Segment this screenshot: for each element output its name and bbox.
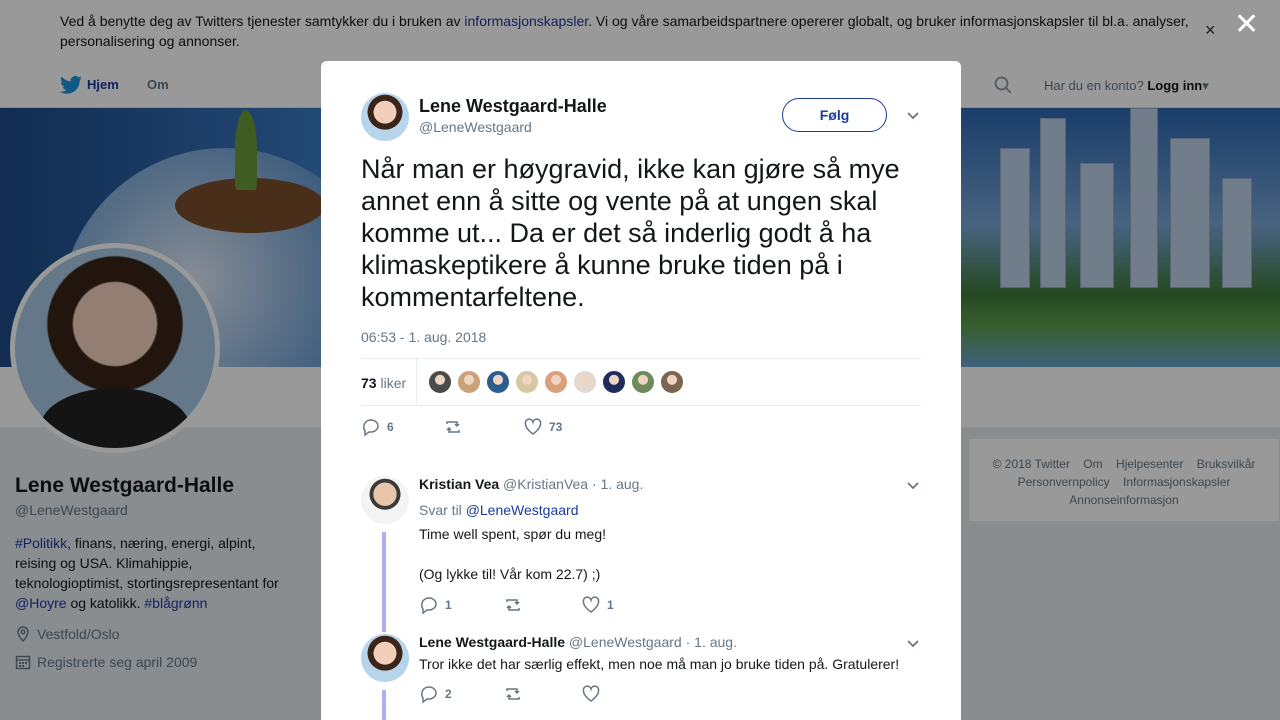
heart-icon <box>524 418 542 435</box>
reply-tweet[interactable]: Lene Westgaard-Halle @LeneWestgaard · 1.… <box>361 634 926 720</box>
reply-author-name[interactable]: Kristian Vea <box>419 476 499 492</box>
reply-action[interactable]: 6 <box>361 417 443 437</box>
reply-actions: 1 1 <box>419 595 614 615</box>
reply-author-name[interactable]: Lene Westgaard-Halle <box>419 634 565 650</box>
reply-author-handle[interactable]: @LeneWestgaard <box>569 634 682 650</box>
like-action[interactable] <box>581 684 607 704</box>
author-handle[interactable]: @LeneWestgaard <box>419 119 532 135</box>
stats-divider <box>416 359 417 405</box>
liker-avatar[interactable] <box>544 370 568 394</box>
retweet-icon <box>506 599 520 611</box>
liker-avatar[interactable] <box>573 370 597 394</box>
reply-avatar[interactable] <box>361 476 409 524</box>
tweet-modal: Lene Westgaard-Halle @LeneWestgaard Følg… <box>321 61 961 720</box>
reply-text-line: (Og lykke til! Vår kom 22.7) ;) <box>419 566 601 582</box>
retweet-icon <box>506 688 520 700</box>
reply-avatar[interactable] <box>361 634 409 682</box>
like-action[interactable]: 73 <box>523 417 562 437</box>
reply-header: Kristian Vea @KristianVea · 1. aug. <box>419 476 643 492</box>
tweet-timestamp[interactable]: 06:53 - 1. aug. 2018 <box>361 329 486 345</box>
reply-icon <box>421 597 437 615</box>
reply-text-line: Time well spent, spør du meg! <box>419 526 606 542</box>
chevron-down-icon[interactable] <box>906 479 920 493</box>
retweet-action[interactable] <box>503 595 581 615</box>
reply-text-line: Tror ikke det har særlig effekt, men noe… <box>419 656 900 672</box>
retweet-action[interactable] <box>443 417 523 437</box>
reply-action[interactable]: 2 <box>419 684 503 704</box>
reply-tweet[interactable]: Kristian Vea @KristianVea · 1. aug. Svar… <box>361 476 926 632</box>
like-count[interactable]: 73 liker <box>361 375 406 391</box>
author-name[interactable]: Lene Westgaard-Halle <box>419 96 607 117</box>
liker-avatar[interactable] <box>631 370 655 394</box>
tweet-stats: 73 liker <box>361 358 921 406</box>
reply-header: Lene Westgaard-Halle @LeneWestgaard · 1.… <box>419 634 737 650</box>
liker-avatar[interactable] <box>486 370 510 394</box>
thread-line <box>382 532 386 632</box>
reply-action[interactable]: 1 <box>419 595 503 615</box>
reply-to-link[interactable]: @LeneWestgaard <box>466 502 579 518</box>
author-avatar[interactable] <box>361 93 409 141</box>
reply-icon <box>363 419 379 437</box>
reply-author-handle[interactable]: @KristianVea <box>503 476 588 492</box>
retweet-action[interactable] <box>503 684 581 704</box>
liker-avatar[interactable] <box>428 370 452 394</box>
heart-icon <box>582 596 600 613</box>
reply-date[interactable]: · 1. aug. <box>592 476 643 492</box>
heart-icon <box>582 685 600 702</box>
liker-avatar[interactable] <box>660 370 684 394</box>
liker-avatar[interactable] <box>457 370 481 394</box>
tweet-actions: 6 73 <box>361 417 562 437</box>
reply-to-line: Svar til @LeneWestgaard <box>419 502 579 518</box>
tweet-text: Når man er høygravid, ikke kan gjøre så … <box>361 154 900 312</box>
liker-avatar[interactable] <box>515 370 539 394</box>
like-action[interactable]: 1 <box>581 595 614 615</box>
follow-button[interactable]: Følg <box>782 98 887 132</box>
likers-avatars <box>428 370 684 394</box>
chevron-down-icon[interactable] <box>906 637 920 651</box>
liker-avatar[interactable] <box>602 370 626 394</box>
thread-line <box>382 690 386 720</box>
retweet-icon <box>446 421 460 433</box>
reply-date[interactable]: · 1. aug. <box>686 634 737 650</box>
chevron-down-icon[interactable] <box>906 109 920 123</box>
reply-actions: 2 <box>419 684 607 704</box>
reply-icon <box>421 686 437 704</box>
close-modal-button[interactable]: ✕ <box>1234 10 1259 40</box>
